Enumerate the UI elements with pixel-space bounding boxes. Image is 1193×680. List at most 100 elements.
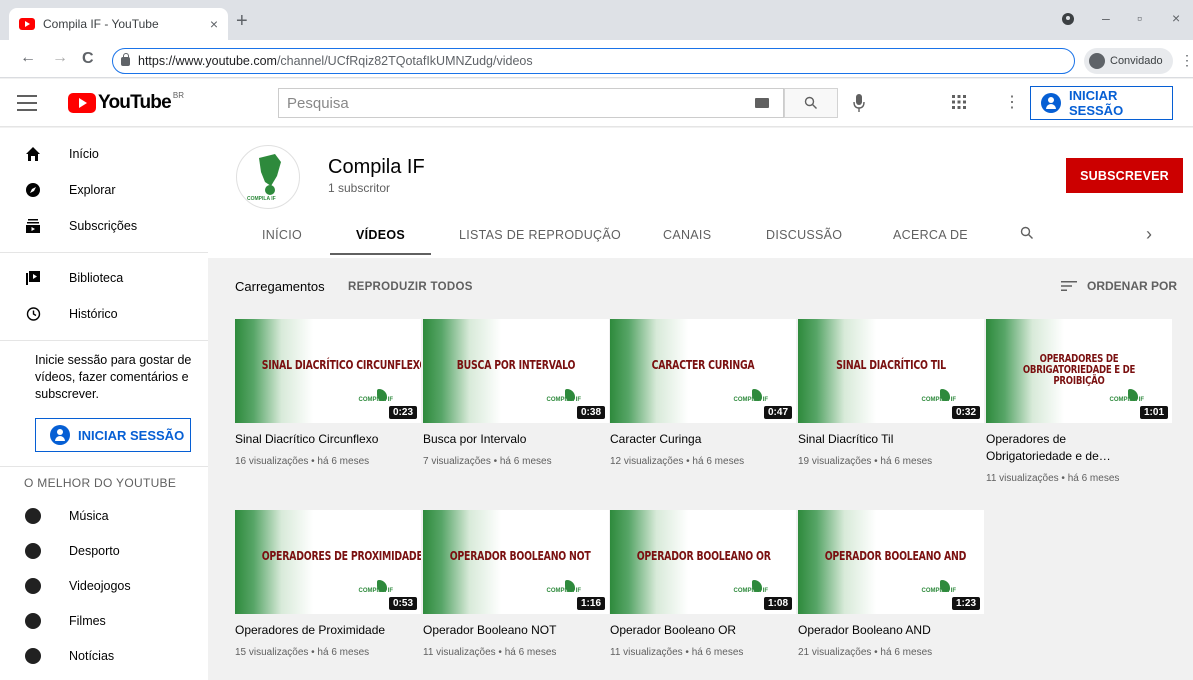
signin-button-sidebar[interactable]: INICIAR SESSÃO <box>35 418 191 452</box>
tab-channels[interactable]: CANAIS <box>663 228 711 242</box>
video-card[interactable]: BUSCA POR INTERVALO COMPILA IF 0:38 Busca p… <box>423 319 609 479</box>
brand-mark: COMPILA IF <box>546 588 581 594</box>
thumbnail-text: OPERADOR BOOLEANO NOT <box>449 549 591 563</box>
video-card[interactable]: SINAL DIACRÍTICO CIRCUNFLEXO COMPILA IF 0:… <box>235 319 421 479</box>
video-title[interactable]: Operador Booleano AND <box>798 622 984 639</box>
brand-mark: COMPILA IF <box>921 397 956 403</box>
hamburger-menu-icon[interactable] <box>17 95 37 116</box>
account-icon <box>1041 93 1061 113</box>
brand-mark: COMPILA IF <box>358 588 393 594</box>
subscribe-button[interactable]: SUBSCREVER <box>1066 158 1183 193</box>
video-title[interactable]: Operadores de Proximidade <box>235 622 421 639</box>
sort-by-button[interactable]: ORDENAR POR <box>1061 279 1177 293</box>
browser-tab[interactable]: Compila IF - YouTube × <box>9 8 228 40</box>
video-card[interactable]: OPERADOR BOOLEANO AND COMPILA IF 1:23 Opera… <box>798 510 984 670</box>
video-title[interactable]: Operador Booleano NOT <box>423 622 609 639</box>
sidebar-item-gaming[interactable]: Videojogos <box>0 568 208 604</box>
duration-badge: 1:16 <box>576 597 605 610</box>
video-thumbnail[interactable]: OPERADOR BOOLEANO AND COMPILA IF 1:23 <box>798 510 984 614</box>
logo-region: BR <box>172 90 184 100</box>
video-meta: 16 visualizações • há 6 meses <box>235 456 370 467</box>
video-title[interactable]: Sinal Diacrítico Circunflexo <box>235 431 421 448</box>
video-thumbnail[interactable]: CARACTER CURINGA COMPILA IF 0:47 <box>610 319 796 423</box>
video-meta: 19 visualizações • há 6 meses <box>798 456 933 467</box>
address-bar[interactable]: https://www.youtube.com/channel/UCfRqiz8… <box>112 48 1075 74</box>
video-thumbnail[interactable]: SINAL DIACRÍTICO CIRCUNFLEXO COMPILA IF 0:… <box>235 319 421 423</box>
sidebar-item-music[interactable]: Música <box>0 498 208 534</box>
sidebar-item-sports[interactable]: Desporto <box>0 533 208 569</box>
thumbnail-text: OPERADOR BOOLEANO OR <box>636 549 771 563</box>
tab-close-icon[interactable]: × <box>210 16 218 32</box>
youtube-play-icon <box>68 93 96 113</box>
keyboard-icon[interactable] <box>755 98 769 108</box>
music-icon <box>25 508 41 524</box>
shelf-title: Carregamentos <box>235 279 325 294</box>
video-thumbnail[interactable]: BUSCA POR INTERVALO COMPILA IF 0:38 <box>423 319 609 423</box>
duration-badge: 0:47 <box>763 406 792 419</box>
back-button[interactable]: ← <box>20 49 36 67</box>
thumbnail-text: SINAL DIACRÍTICO CIRCUNFLEXO <box>261 358 421 372</box>
video-title[interactable]: Operadores de Obrigatoriedade e de… <box>986 431 1136 465</box>
video-thumbnail[interactable]: OPERADORES DE OBRIGATORIEDADE E DE PROIB… <box>986 319 1172 423</box>
tab-videos[interactable]: VÍDEOS <box>356 228 405 242</box>
signin-button-header[interactable]: INICIAR SESSÃO <box>1030 86 1173 120</box>
sidebar-item-home[interactable]: Início <box>0 136 208 172</box>
signin-prompt: Inicie sessão para gostar de vídeos, faz… <box>35 353 192 401</box>
sidebar-item-explore[interactable]: Explorar <box>0 172 208 208</box>
close-window-button[interactable]: × <box>1172 10 1180 26</box>
forward-button[interactable]: → <box>52 49 68 67</box>
sidebar-item-subscriptions[interactable]: Subscrições <box>0 208 208 244</box>
search-button[interactable] <box>784 88 838 118</box>
compass-icon <box>25 182 41 198</box>
minimize-button[interactable]: – <box>1102 10 1110 26</box>
thumbnail-text: OPERADOR BOOLEANO AND <box>824 549 967 563</box>
video-card[interactable]: OPERADOR BOOLEANO NOT COMPILA IF 1:16 Opera… <box>423 510 609 670</box>
sidebar-item-library[interactable]: Biblioteca <box>0 260 208 296</box>
incognito-icon <box>1062 12 1074 28</box>
video-card[interactable]: OPERADOR BOOLEANO OR COMPILA IF 1:08 Operad… <box>610 510 796 670</box>
sidebar-item-news[interactable]: Notícias <box>0 638 208 674</box>
video-card[interactable]: OPERADORES DE OBRIGATORIEDADE E DE PROIB… <box>986 319 1172 484</box>
sidebar-item-label: Histórico <box>69 307 118 321</box>
signin-label: INICIAR SESSÃO <box>1069 88 1124 118</box>
sidebar-item-movies[interactable]: Filmes <box>0 603 208 639</box>
reload-button[interactable]: C <box>82 50 94 68</box>
sidebar-item-history[interactable]: Histórico <box>0 296 208 332</box>
video-thumbnail[interactable]: OPERADOR BOOLEANO OR COMPILA IF 1:08 <box>610 510 796 614</box>
video-thumbnail[interactable]: OPERADORES DE PROXIMIDADE COMPILA IF 0:53 <box>235 510 421 614</box>
tabs-next-arrow-icon[interactable]: › <box>1146 224 1152 245</box>
settings-more-button[interactable]: ⋮ <box>1004 92 1020 112</box>
video-card[interactable]: SINAL DIACRÍTICO TIL COMPILA IF 0:32 Sinal … <box>798 319 984 479</box>
apps-grid-icon[interactable] <box>952 95 966 114</box>
duration-badge: 0:53 <box>388 597 417 610</box>
thumbnail-text: BUSCA POR INTERVALO <box>456 358 576 372</box>
maximize-button[interactable]: ▫ <box>1137 10 1142 26</box>
new-tab-button[interactable]: + <box>236 10 248 33</box>
video-meta: 11 visualizações • há 6 meses <box>610 647 744 658</box>
guest-profile-button[interactable]: Convidado <box>1084 48 1173 74</box>
video-title[interactable]: Caracter Curinga <box>610 431 796 448</box>
sidebar-divider <box>0 340 208 341</box>
video-title[interactable]: Sinal Diacrítico Til <box>798 431 984 448</box>
video-title[interactable]: Operador Booleano OR <box>610 622 796 639</box>
tab-playlists[interactable]: LISTAS DE REPRODUÇÃO <box>459 228 621 242</box>
video-card[interactable]: OPERADORES DE PROXIMIDADE COMPILA IF 0:53 O… <box>235 510 421 670</box>
play-all-link[interactable]: REPRODUZIR TODOS <box>348 281 473 293</box>
video-thumbnail[interactable]: OPERADOR BOOLEANO NOT COMPILA IF 1:16 <box>423 510 609 614</box>
microphone-icon[interactable] <box>852 93 866 118</box>
tab-about[interactable]: ACERCA DE <box>893 228 968 242</box>
tab-discussion[interactable]: DISCUSSÃO <box>766 228 842 242</box>
browser-menu-button[interactable]: ⋮ <box>1180 52 1193 69</box>
channel-search-icon[interactable] <box>1020 226 1034 243</box>
tab-title: Compila IF - YouTube <box>43 17 159 31</box>
video-thumbnail[interactable]: SINAL DIACRÍTICO TIL COMPILA IF 0:32 <box>798 319 984 423</box>
thumbnail-text: OPERADORES DE OBRIGATORIEDADE E DE PROIB… <box>1022 352 1136 387</box>
youtube-logo[interactable]: YouTube BR <box>68 90 184 114</box>
video-card[interactable]: CARACTER CURINGA COMPILA IF 0:47 Caracter C… <box>610 319 796 479</box>
library-icon <box>25 270 41 286</box>
tab-home[interactable]: INÍCIO <box>262 228 302 242</box>
channel-avatar[interactable]: COMPILA IF <box>236 145 300 209</box>
search-input[interactable]: Pesquisa <box>278 88 784 118</box>
subscriptions-icon <box>25 218 41 234</box>
video-title[interactable]: Busca por Intervalo <box>423 431 609 448</box>
